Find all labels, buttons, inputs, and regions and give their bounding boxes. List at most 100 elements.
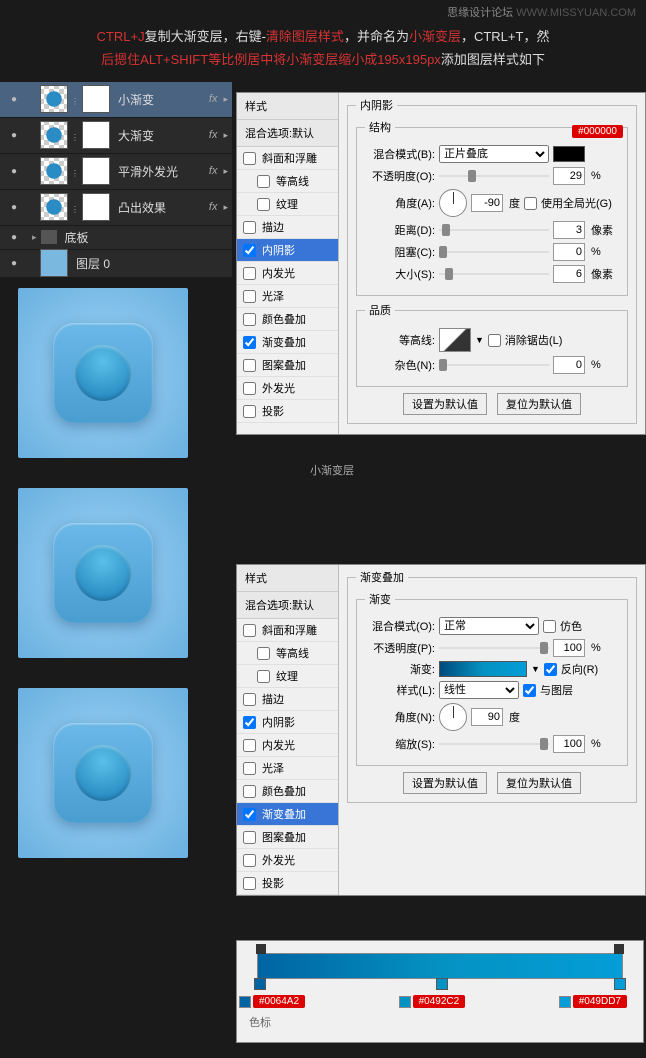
style-checkbox[interactable] xyxy=(243,785,256,798)
color-stop[interactable] xyxy=(254,978,266,990)
layer-thumb[interactable] xyxy=(40,249,68,277)
make-default-button[interactable]: 设置为默认值 xyxy=(403,393,487,415)
color-stop[interactable] xyxy=(614,978,626,990)
style-contour[interactable]: 等高线 xyxy=(237,642,338,665)
style-gradient-overlay[interactable]: 渐变叠加 xyxy=(237,803,338,826)
style-stroke[interactable]: 描边 xyxy=(237,688,338,711)
layer-row-big-gradient[interactable]: ⋮ 大渐变 fx ▸ xyxy=(0,118,232,154)
style-inner-shadow[interactable]: 内阴影 xyxy=(237,711,338,734)
blend-options-header[interactable]: 混合选项:默认 xyxy=(237,592,338,619)
mask-thumb[interactable] xyxy=(82,157,110,185)
opacity-slider[interactable] xyxy=(439,168,549,184)
mask-thumb[interactable] xyxy=(82,121,110,149)
fx-indicator[interactable]: fx xyxy=(203,93,224,105)
antialias-checkbox[interactable] xyxy=(488,334,501,347)
style-bevel[interactable]: 斜面和浮雕 xyxy=(237,619,338,642)
style-checkbox[interactable] xyxy=(243,290,256,303)
visibility-icon[interactable] xyxy=(11,93,17,105)
color-swatch[interactable] xyxy=(553,146,585,162)
layer-name[interactable]: 小渐变 xyxy=(110,91,203,108)
layer-row-extrude[interactable]: ⋮ 凸出效果 fx ▸ xyxy=(0,190,232,226)
visibility-icon[interactable] xyxy=(11,201,17,213)
reverse-checkbox[interactable] xyxy=(544,663,557,676)
layer-thumb[interactable] xyxy=(40,85,68,113)
style-checkbox[interactable] xyxy=(257,198,270,211)
fx-indicator[interactable]: fx xyxy=(203,201,224,213)
fx-expand-icon[interactable]: ▸ xyxy=(223,130,232,141)
style-gradient-overlay[interactable]: 渐变叠加 xyxy=(237,331,338,354)
style-outer-glow[interactable]: 外发光 xyxy=(237,377,338,400)
gradient-picker[interactable] xyxy=(439,661,527,677)
opacity-input[interactable] xyxy=(553,639,585,657)
angle-dial[interactable] xyxy=(439,703,467,731)
layer-row-smooth-glow[interactable]: ⋮ 平滑外发光 fx ▸ xyxy=(0,154,232,190)
style-inner-glow[interactable]: 内发光 xyxy=(237,262,338,285)
style-checkbox[interactable] xyxy=(257,175,270,188)
style-satin[interactable]: 光泽 xyxy=(237,285,338,308)
layer-folder[interactable]: ▸ 底板 xyxy=(0,226,232,250)
style-satin[interactable]: 光泽 xyxy=(237,757,338,780)
fx-indicator[interactable]: fx xyxy=(203,165,224,177)
style-stroke[interactable]: 描边 xyxy=(237,216,338,239)
color-stop[interactable] xyxy=(436,978,448,990)
layer-row-small-gradient[interactable]: ⋮ 小渐变 fx ▸ xyxy=(0,82,232,118)
visibility-icon[interactable] xyxy=(11,257,17,269)
style-checkbox[interactable] xyxy=(243,152,256,165)
angle-input[interactable] xyxy=(471,708,503,726)
style-checkbox[interactable] xyxy=(243,854,256,867)
style-checkbox[interactable] xyxy=(243,221,256,234)
gradient-strip[interactable] xyxy=(257,953,623,979)
style-checkbox[interactable] xyxy=(243,382,256,395)
style-color-overlay[interactable]: 颜色叠加 xyxy=(237,780,338,803)
fx-expand-icon[interactable]: ▸ xyxy=(223,166,232,177)
reset-default-button[interactable]: 复位为默认值 xyxy=(497,393,581,415)
distance-slider[interactable] xyxy=(439,222,549,238)
style-color-overlay[interactable]: 颜色叠加 xyxy=(237,308,338,331)
style-inner-shadow[interactable]: 内阴影 xyxy=(237,239,338,262)
visibility-icon[interactable] xyxy=(11,129,17,141)
style-checkbox[interactable] xyxy=(257,670,270,683)
noise-slider[interactable] xyxy=(439,357,549,373)
style-checkbox[interactable] xyxy=(243,808,256,821)
dither-checkbox[interactable] xyxy=(543,620,556,633)
blend-mode-select[interactable]: 正片叠底 xyxy=(439,145,549,163)
choke-slider[interactable] xyxy=(439,244,549,260)
mask-thumb[interactable] xyxy=(82,85,110,113)
layer-name[interactable]: 大渐变 xyxy=(110,127,203,144)
style-checkbox[interactable] xyxy=(243,762,256,775)
style-checkbox[interactable] xyxy=(243,313,256,326)
style-pattern-overlay[interactable]: 图案叠加 xyxy=(237,354,338,377)
layer-thumb[interactable] xyxy=(40,157,68,185)
angle-dial[interactable] xyxy=(439,189,467,217)
style-contour[interactable]: 等高线 xyxy=(237,170,338,193)
reset-default-button[interactable]: 复位为默认值 xyxy=(497,772,581,794)
noise-input[interactable] xyxy=(553,356,585,374)
folder-name[interactable]: 底板 xyxy=(57,229,232,246)
style-checkbox[interactable] xyxy=(243,831,256,844)
style-checkbox[interactable] xyxy=(243,244,256,257)
style-outer-glow[interactable]: 外发光 xyxy=(237,849,338,872)
scale-slider[interactable] xyxy=(439,736,549,752)
layer-name[interactable]: 凸出效果 xyxy=(110,199,203,216)
size-slider[interactable] xyxy=(439,266,549,282)
visibility-icon[interactable] xyxy=(11,165,17,177)
style-checkbox[interactable] xyxy=(243,877,256,890)
opacity-slider[interactable] xyxy=(439,640,549,656)
scale-input[interactable] xyxy=(553,735,585,753)
blend-options-header[interactable]: 混合选项:默认 xyxy=(237,120,338,147)
layer-name[interactable]: 平滑外发光 xyxy=(110,163,203,180)
style-checkbox[interactable] xyxy=(243,267,256,280)
opacity-input[interactable] xyxy=(553,167,585,185)
layer-thumb[interactable] xyxy=(40,193,68,221)
make-default-button[interactable]: 设置为默认值 xyxy=(403,772,487,794)
mask-thumb[interactable] xyxy=(82,193,110,221)
style-bevel[interactable]: 斜面和浮雕 xyxy=(237,147,338,170)
style-checkbox[interactable] xyxy=(243,739,256,752)
distance-input[interactable] xyxy=(553,221,585,239)
fx-expand-icon[interactable]: ▸ xyxy=(223,202,232,213)
layer-row-background[interactable]: 图层 0 xyxy=(0,250,232,278)
style-checkbox[interactable] xyxy=(243,716,256,729)
contour-picker[interactable] xyxy=(439,328,471,352)
choke-input[interactable] xyxy=(553,243,585,261)
fx-indicator[interactable]: fx xyxy=(203,129,224,141)
